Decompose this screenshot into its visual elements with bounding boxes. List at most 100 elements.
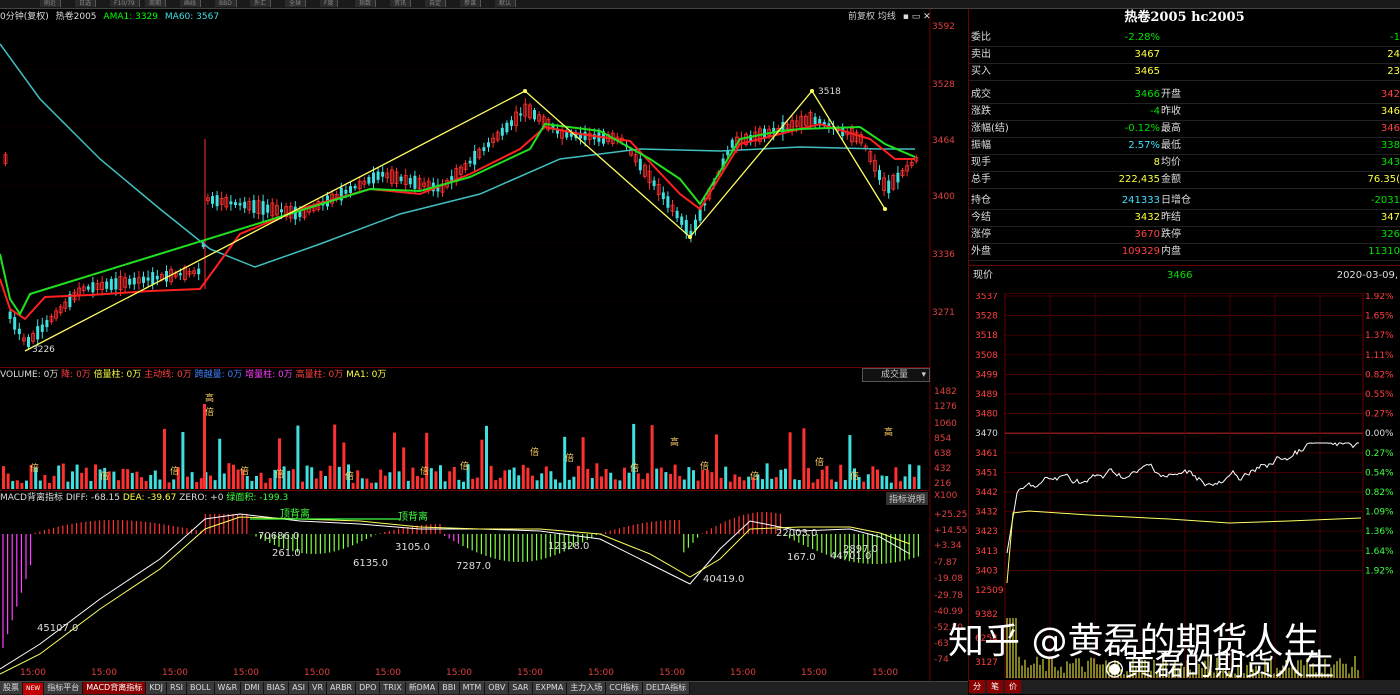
volume-bar — [531, 475, 534, 489]
indicator-tab[interactable]: DPO — [356, 682, 381, 694]
volume-bar — [678, 475, 682, 489]
volume-bar — [94, 464, 97, 489]
indicator-tab[interactable]: TRIX — [380, 682, 406, 694]
volume-bar — [337, 466, 341, 489]
indicator-tab[interactable]: EXPMA — [532, 682, 568, 694]
candle-body — [109, 279, 113, 290]
volume-bar — [397, 471, 401, 489]
volume-bar — [411, 467, 415, 489]
volume-bar — [825, 465, 829, 489]
indicator-tab[interactable]: ASI — [289, 682, 309, 694]
maximize-icon[interactable]: ▪ ▭ ✕ — [903, 12, 931, 22]
indicator-tab[interactable]: 股票 — [0, 682, 23, 694]
intraday-tab[interactable]: 笔 — [987, 680, 1003, 693]
intraday-right-tick: 0.27% — [1365, 449, 1394, 459]
toolbar-button[interactable]: 刷近 — [40, 0, 62, 7]
candle-body — [261, 201, 265, 215]
indicator-tab[interactable]: BOLL — [186, 682, 215, 694]
quote-value2: -2031 — [1370, 195, 1400, 206]
time-tick: 15:00 — [20, 668, 46, 678]
toolbar-button[interactable]: 默认 — [495, 0, 517, 7]
toolbar-button[interactable]: 参谋 — [460, 0, 482, 7]
candle-body — [86, 286, 90, 290]
price-tick: 3592 — [932, 22, 955, 32]
macd-header-item: MACD背离指标 — [0, 493, 66, 503]
toolbar-button[interactable]: 资讯 — [390, 0, 412, 7]
toolbar-button[interactable]: 外汇 — [250, 0, 272, 7]
indicator-tab[interactable]: MTM — [459, 682, 486, 694]
indicator-tab[interactable]: 主力入场 — [567, 682, 607, 694]
indicator-tab[interactable]: CCI指标 — [606, 682, 643, 694]
quote-key: 现手 — [971, 157, 991, 168]
toolbar-button[interactable]: F度 — [320, 0, 339, 7]
indicator-tab[interactable]: RSI — [166, 682, 187, 694]
volume-bar — [167, 482, 171, 489]
quote-key2: 日增仓 — [1161, 195, 1191, 206]
volume-bar — [420, 477, 424, 489]
toolbar-button[interactable]: 自定 — [425, 0, 447, 7]
candle-body — [505, 122, 509, 133]
indicator-tab[interactable]: BIAS — [263, 682, 290, 694]
fq-label[interactable]: 前复权 均线 — [848, 12, 896, 22]
volume-bar — [342, 442, 346, 489]
volume-bar — [429, 468, 433, 489]
macd-header: MACD背离指标 DIFF: -68.15 DEA: -39.67 ZERO: … — [0, 490, 930, 505]
indicator-tab[interactable]: DELTA指标 — [642, 682, 691, 694]
candle-body — [408, 178, 412, 185]
indicator-select[interactable]: 成交量 ▾ — [862, 368, 930, 382]
indicator-help-button[interactable]: 指标说明 — [886, 492, 929, 505]
candle-body — [36, 326, 40, 340]
quote-key: 今结 — [971, 212, 991, 223]
instrument-title: 热卷2005 hc2005 — [1124, 10, 1245, 25]
intraday-right-tick: 0.82% — [1365, 488, 1394, 498]
macd-tick: -29.78 — [934, 591, 963, 601]
candle-body — [17, 328, 21, 335]
volume-bar — [439, 465, 442, 489]
indicator-tab[interactable]: VR — [309, 682, 328, 694]
quote-value: 3465 — [1134, 66, 1160, 77]
toolbar-button[interactable]: 日选 — [75, 0, 97, 7]
quote-row: 振幅 2.57% 最低 338 — [969, 137, 1400, 155]
toolbar-button[interactable]: 全球 — [285, 0, 307, 7]
chart-right-header[interactable]: 前复权 均线 ▪ ▭ ✕ — [848, 10, 931, 24]
indicator-tab[interactable]: KDJ — [146, 682, 167, 694]
candle-body — [680, 216, 684, 225]
indicator-tab[interactable]: NEW — [23, 683, 45, 695]
quote-value: 3467 — [1134, 49, 1160, 60]
toolbar-button[interactable]: F10/79 — [110, 0, 140, 7]
indicator-tab[interactable]: W&R — [214, 682, 242, 694]
intraday-tab[interactable]: 分 — [969, 680, 985, 693]
candle-body — [652, 180, 656, 187]
macd-header-item: DIFF: -68.15 — [65, 493, 123, 503]
candle-body — [487, 142, 490, 148]
time-tick: 15:00 — [375, 668, 401, 678]
candle-body — [211, 196, 214, 204]
macd-annotation: 261.0 — [272, 548, 301, 559]
indicator-tab[interactable]: 新DMA — [405, 682, 440, 694]
volume-bar — [471, 478, 475, 489]
indicator-tab[interactable]: 指标平台 — [44, 682, 84, 694]
indicator-tab[interactable]: ARBR — [327, 682, 357, 694]
indicator-tab[interactable]: BBI — [439, 682, 460, 694]
volume-bar — [434, 471, 438, 489]
intraday-left-tick: 3480 — [975, 410, 998, 420]
toolbar-button[interactable]: BBD — [215, 0, 237, 7]
indicator-tab[interactable]: DMI — [241, 682, 264, 694]
kline-chart: 32263518高倍高高倍倍倍倍倍倍倍倍倍倍倍 倍倍倍倍1482127610608… — [0, 9, 967, 681]
intraday-left-tick: 3442 — [975, 488, 998, 498]
intraday-left-tick: 3537 — [975, 293, 998, 302]
quote-value: 241333 — [1121, 195, 1160, 206]
volume-annot: 倍 — [420, 465, 429, 477]
macd-annotation: 167.0 — [787, 552, 816, 563]
intraday-right-tick: 0.54% — [1365, 468, 1394, 478]
toolbar-button[interactable]: 画线 — [180, 0, 202, 7]
volume-bar — [379, 469, 383, 489]
indicator-tab[interactable]: OBV — [485, 682, 510, 694]
indicator-tab[interactable]: MACD背离指标 — [83, 682, 147, 694]
toolbar-button[interactable]: 指数 — [355, 0, 377, 7]
intraday-tab[interactable]: 价 — [1005, 680, 1021, 693]
toolbar-button[interactable]: 周期 — [145, 0, 167, 7]
indicator-tab[interactable]: SAR — [509, 682, 533, 694]
volume-bar — [503, 470, 507, 489]
volume-bar — [549, 471, 553, 489]
